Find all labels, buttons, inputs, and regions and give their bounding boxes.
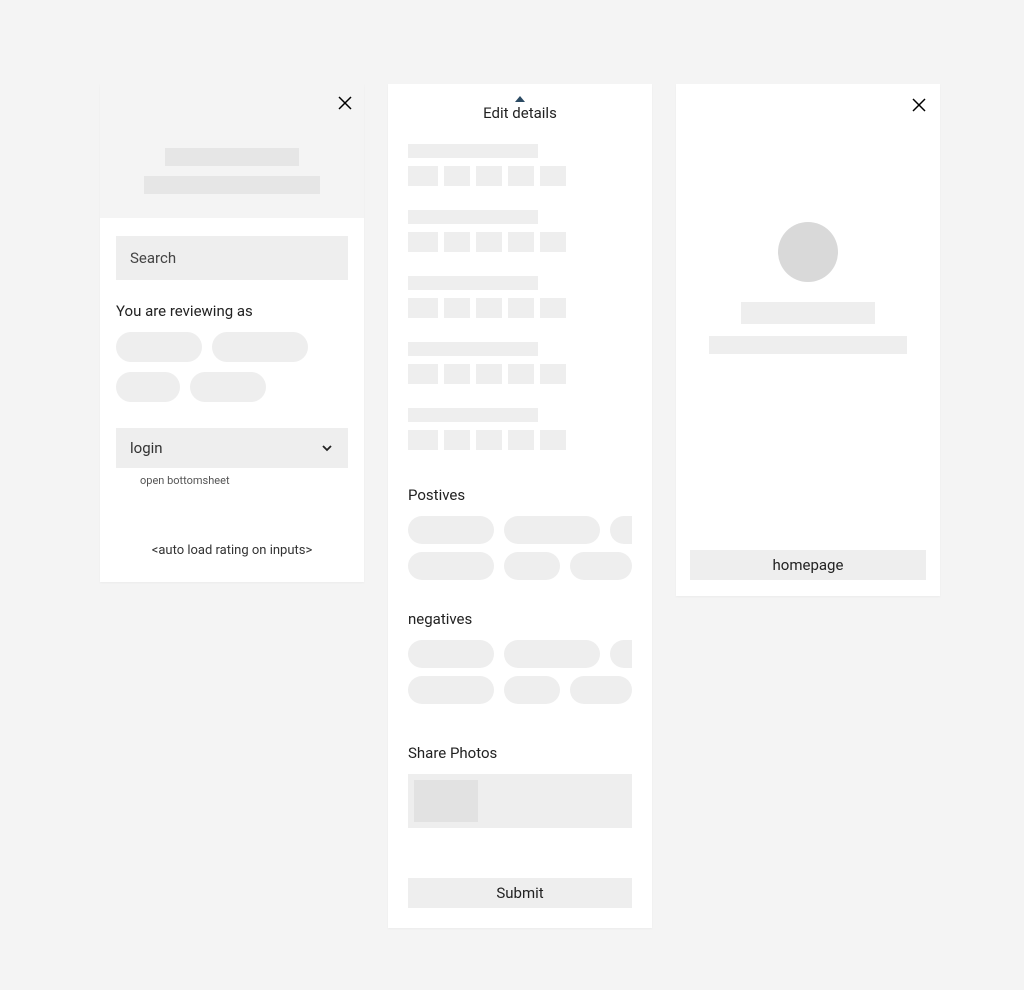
rating-row (408, 408, 632, 450)
tag-chip[interactable] (408, 640, 494, 668)
reviewer-option-pill[interactable] (212, 332, 308, 362)
rating-box[interactable] (540, 364, 566, 384)
rating-box[interactable] (508, 166, 534, 186)
autoload-note: <auto load rating on inputs> (116, 543, 348, 558)
homepage-button[interactable]: homepage (690, 550, 926, 580)
rating-box[interactable] (508, 364, 534, 384)
rating-box[interactable] (508, 298, 534, 318)
reviewer-options (116, 332, 348, 402)
reviewer-option-pill[interactable] (190, 372, 266, 402)
avatar-placeholder (778, 222, 838, 282)
edit-details-title: Edit details (388, 104, 652, 122)
rating-label-placeholder (408, 210, 538, 224)
login-select-label: login (130, 439, 163, 457)
tag-chip[interactable] (408, 552, 494, 580)
login-hint-text: open bottomsheet (140, 474, 348, 487)
reviewing-as-label: You are reviewing as (116, 302, 348, 320)
rating-box[interactable] (408, 430, 438, 450)
rating-box[interactable] (408, 364, 438, 384)
tag-chip[interactable] (504, 552, 560, 580)
tag-chip[interactable] (570, 552, 632, 580)
rating-box[interactable] (444, 166, 470, 186)
search-input[interactable]: Search (116, 236, 348, 280)
reviewer-option-pill[interactable] (116, 332, 202, 362)
rating-box[interactable] (476, 166, 502, 186)
placeholder-bar (741, 302, 875, 324)
tag-chip[interactable] (610, 640, 632, 668)
caret-up-icon[interactable] (515, 96, 525, 102)
rating-box[interactable] (444, 232, 470, 252)
rating-box[interactable] (408, 166, 438, 186)
rating-box[interactable] (476, 364, 502, 384)
review-start-panel: Search You are reviewing as login open b… (100, 84, 364, 582)
rating-row (408, 342, 632, 384)
edit-details-panel: Edit details (388, 84, 652, 928)
panel-header (100, 84, 364, 218)
positives-tags (408, 516, 632, 580)
tag-chip[interactable] (570, 676, 632, 704)
tag-chip[interactable] (504, 516, 600, 544)
share-photos-label: Share Photos (408, 744, 632, 762)
rating-row (408, 210, 632, 252)
rating-label-placeholder (408, 276, 538, 290)
rating-box[interactable] (508, 232, 534, 252)
tag-chip[interactable] (504, 640, 600, 668)
close-icon[interactable] (912, 98, 926, 112)
rating-box[interactable] (476, 232, 502, 252)
placeholder-bar (144, 176, 320, 194)
tag-chip[interactable] (408, 516, 494, 544)
tag-chip[interactable] (408, 676, 494, 704)
rating-box[interactable] (540, 232, 566, 252)
login-select[interactable]: login (116, 428, 348, 468)
rating-box[interactable] (444, 430, 470, 450)
placeholder-bar (709, 336, 907, 354)
rating-row (408, 144, 632, 186)
positives-label: Postives (408, 486, 632, 504)
placeholder-bar (165, 148, 299, 166)
rating-box[interactable] (540, 298, 566, 318)
photo-thumbnail-placeholder (414, 780, 478, 822)
rating-box[interactable] (540, 166, 566, 186)
submit-button[interactable]: Submit (408, 878, 632, 908)
tag-chip[interactable] (610, 516, 632, 544)
close-icon[interactable] (338, 96, 352, 110)
rating-label-placeholder (408, 408, 538, 422)
chevron-down-icon (320, 441, 334, 455)
photo-upload-box[interactable] (408, 774, 632, 828)
rating-box[interactable] (476, 298, 502, 318)
rating-box[interactable] (508, 430, 534, 450)
tag-chip[interactable] (504, 676, 560, 704)
rating-label-placeholder (408, 342, 538, 356)
rating-row (408, 276, 632, 318)
rating-box[interactable] (408, 232, 438, 252)
negatives-label: negatives (408, 610, 632, 628)
negatives-tags (408, 640, 632, 704)
profile-block (690, 222, 926, 354)
rating-box[interactable] (476, 430, 502, 450)
header-placeholder-group (112, 148, 352, 194)
rating-box[interactable] (408, 298, 438, 318)
reviewer-option-pill[interactable] (116, 372, 180, 402)
rating-box[interactable] (444, 364, 470, 384)
rating-box[interactable] (540, 430, 566, 450)
confirmation-panel: homepage (676, 84, 940, 596)
rating-box[interactable] (444, 298, 470, 318)
rating-label-placeholder (408, 144, 538, 158)
